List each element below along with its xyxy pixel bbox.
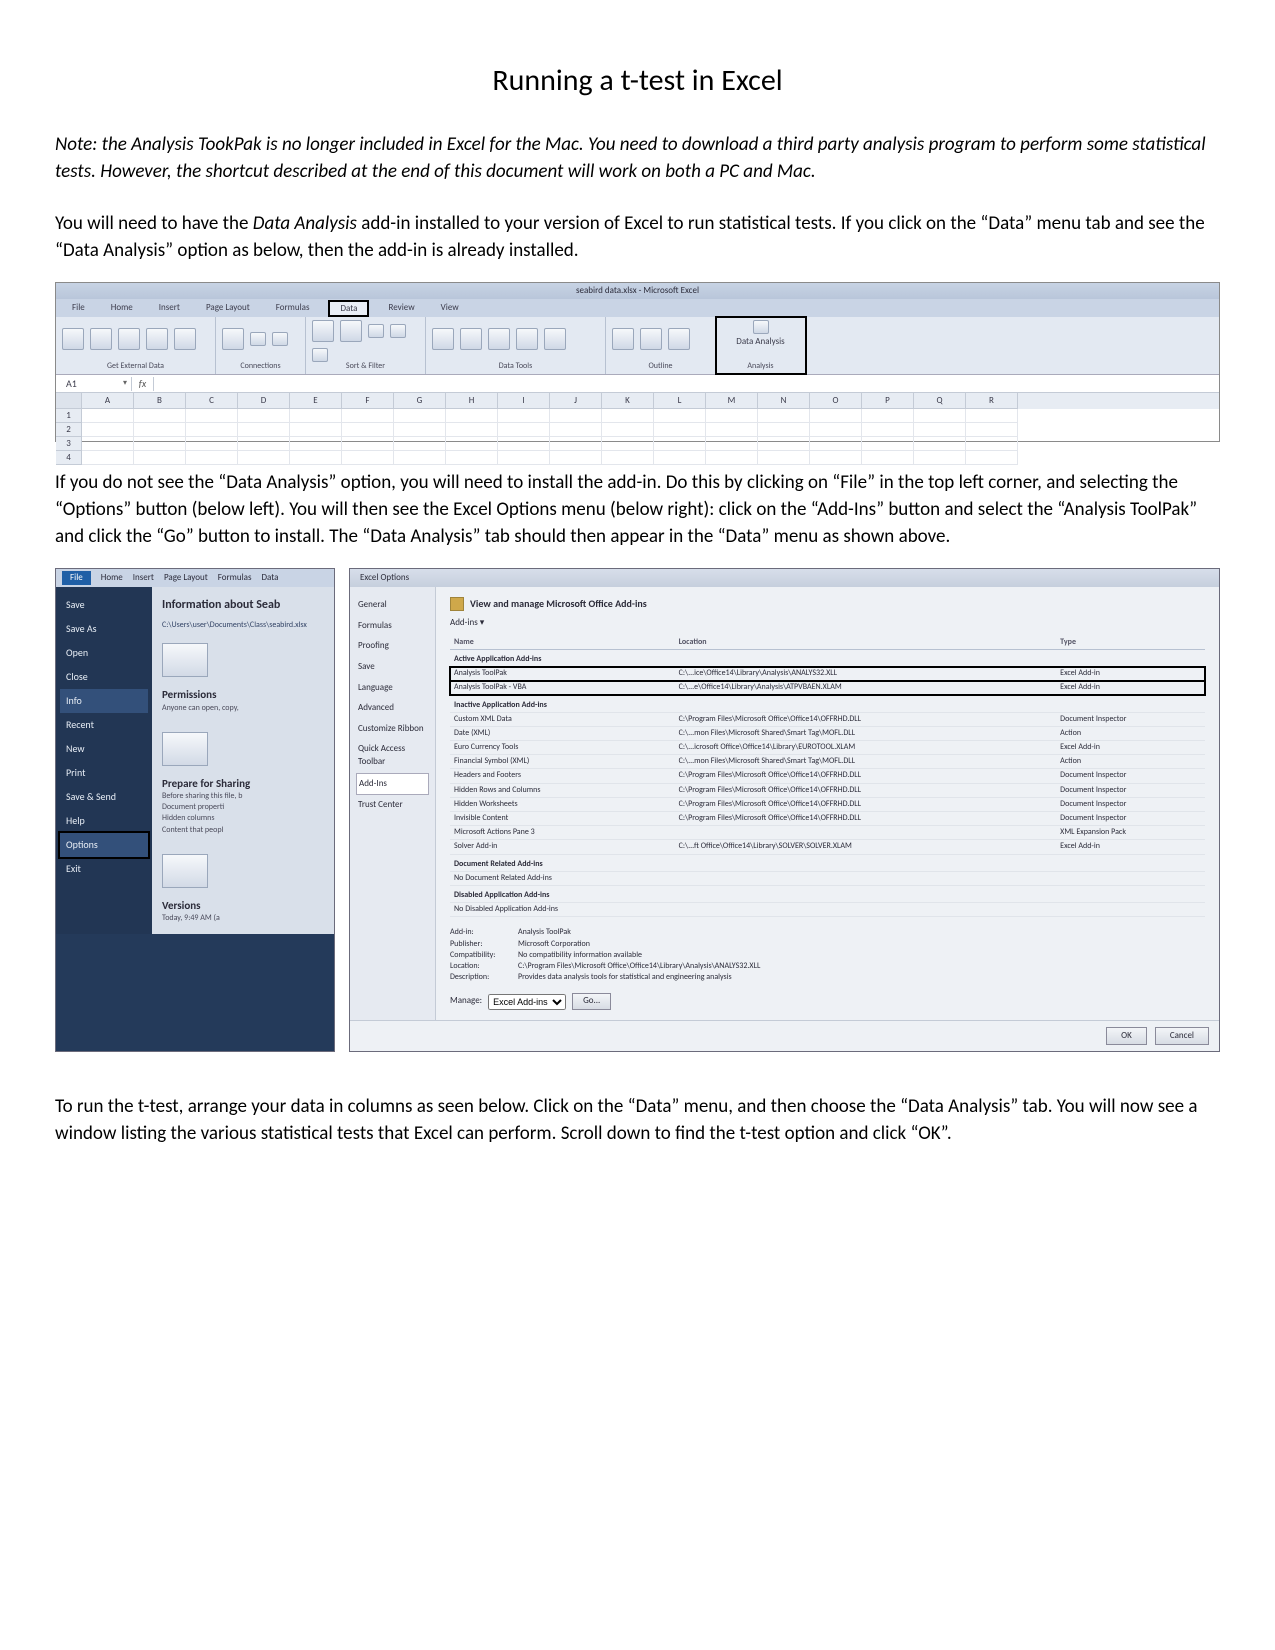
backstage-close[interactable]: Close <box>60 665 148 689</box>
tab-review[interactable]: Review <box>382 301 420 316</box>
options-side-formulas[interactable]: Formulas <box>356 616 429 637</box>
options-side-quick-access-toolbar[interactable]: Quick Access Toolbar <box>356 739 429 772</box>
backstage-print[interactable]: Print <box>60 761 148 785</box>
page-title: Running a t-test in Excel <box>55 60 1220 102</box>
backstage-nav: SaveSave AsOpenCloseInfoRecentNewPrintSa… <box>56 587 152 934</box>
options-side-customize-ribbon[interactable]: Customize Ribbon <box>356 719 429 740</box>
group-connections: Connections <box>216 317 306 374</box>
info-heading: Information about Seab <box>162 597 324 614</box>
backstage-exit[interactable]: Exit <box>60 857 148 881</box>
data-analysis-button[interactable]: Data Analysis <box>736 336 784 349</box>
options-side-language[interactable]: Language <box>356 678 429 699</box>
group-outline: Outline <box>606 317 716 374</box>
manage-versions-button[interactable] <box>162 854 208 888</box>
backstage-options[interactable]: Options <box>60 833 148 857</box>
group-get-external-data: Get External Data <box>56 317 216 374</box>
ribbon-tabs: File Home Insert Page Layout Formulas Da… <box>56 299 1219 317</box>
addin-details: Add-in:Analysis ToolPak Publisher:Micros… <box>450 927 1205 983</box>
options-side-general[interactable]: General <box>356 595 429 616</box>
options-side-trust-center[interactable]: Trust Center <box>356 795 429 816</box>
dialog-title: Excel Options <box>350 569 1219 587</box>
protect-workbook-button[interactable] <box>162 643 208 677</box>
tab-data[interactable]: Data <box>329 301 368 317</box>
file-backstage-screenshot: File Home Insert Page Layout Formulas Da… <box>55 568 335 1052</box>
go-button[interactable]: Go... <box>572 993 611 1010</box>
window-title: seabird data.xlsx - Microsoft Excel <box>56 283 1219 299</box>
data-analysis-icon <box>753 320 769 334</box>
excel-ribbon-screenshot: seabird data.xlsx - Microsoft Excel File… <box>55 282 1220 442</box>
tab-file[interactable]: File <box>66 301 91 316</box>
backstage-open[interactable]: Open <box>60 641 148 665</box>
backstage-save-send[interactable]: Save & Send <box>60 785 148 809</box>
options-side-save[interactable]: Save <box>356 657 429 678</box>
backstage-save[interactable]: Save <box>60 593 148 617</box>
options-side-advanced[interactable]: Advanced <box>356 698 429 719</box>
group-analysis: Data Analysis Analysis <box>716 317 806 374</box>
tab-view[interactable]: View <box>435 301 465 316</box>
options-sidebar: GeneralFormulasProofingSaveLanguageAdvan… <box>350 587 436 1020</box>
addins-icon <box>450 597 464 611</box>
tab-pagelayout[interactable]: Page Layout <box>200 301 256 316</box>
fx-icon[interactable]: fx <box>132 377 154 391</box>
manage-select[interactable]: Excel Add-ins <box>488 994 566 1010</box>
check-issues-button[interactable] <box>162 732 208 766</box>
addins-heading: View and manage Microsoft Office Add-ins <box>450 597 1205 611</box>
tab-insert[interactable]: Insert <box>153 301 186 316</box>
backstage-help[interactable]: Help <box>60 809 148 833</box>
ok-button[interactable]: OK <box>1106 1027 1147 1046</box>
run-paragraph: To run the t-test, arrange your data in … <box>55 1094 1220 1147</box>
backstage-save-as[interactable]: Save As <box>60 617 148 641</box>
tab-file[interactable]: File <box>62 571 91 586</box>
addins-table: NameLocationType Active Application Add-… <box>450 636 1205 918</box>
backstage-info[interactable]: Info <box>60 689 148 713</box>
cancel-button[interactable]: Cancel <box>1155 1027 1209 1046</box>
options-side-proofing[interactable]: Proofing <box>356 636 429 657</box>
note-text: Note: the Analysis TookPak is no longer … <box>55 132 1220 185</box>
install-paragraph: If you do not see the “Data Analysis” op… <box>55 470 1220 550</box>
group-data-tools: Data Tools <box>426 317 606 374</box>
group-sort-filter: Sort & Filter <box>306 317 426 374</box>
intro-paragraph: You will need to have the Data Analysis … <box>55 211 1220 264</box>
name-box[interactable]: A1▾ <box>56 377 132 391</box>
backstage-new[interactable]: New <box>60 737 148 761</box>
tab-home[interactable]: Home <box>105 301 139 316</box>
tab-formulas[interactable]: Formulas <box>270 301 316 316</box>
excel-options-screenshot: Excel Options GeneralFormulasProofingSav… <box>349 568 1220 1052</box>
options-side-add-ins[interactable]: Add-Ins <box>356 773 429 796</box>
backstage-recent[interactable]: Recent <box>60 713 148 737</box>
